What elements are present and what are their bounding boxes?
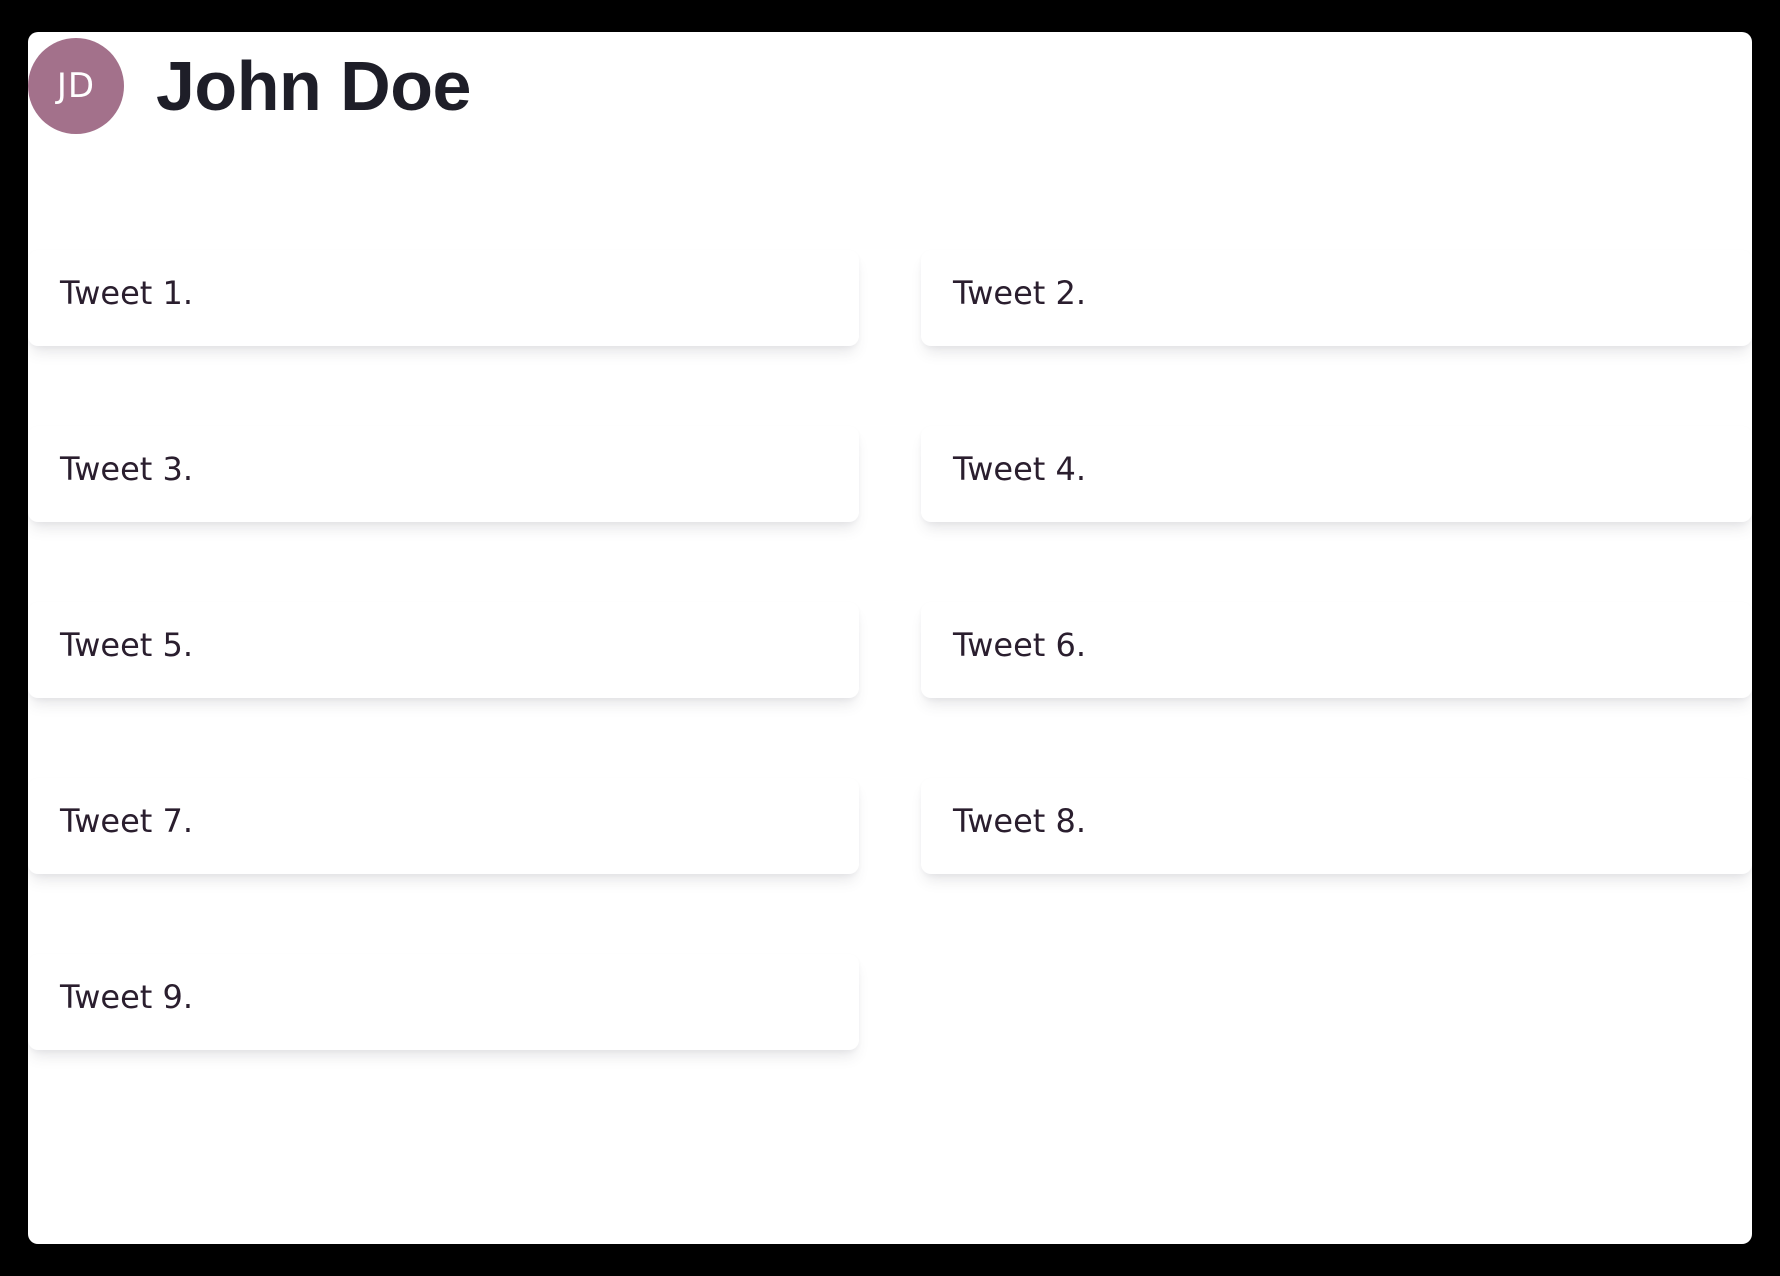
- tweet-text: Tweet 9.: [60, 978, 194, 1016]
- tweet-text: Tweet 6.: [953, 626, 1087, 664]
- tweet-card[interactable]: Tweet 7.: [28, 778, 859, 874]
- tweet-text: Tweet 2.: [953, 274, 1087, 312]
- tweet-card[interactable]: Tweet 9.: [28, 954, 859, 1050]
- tweet-text: Tweet 5.: [60, 626, 194, 664]
- tweet-card[interactable]: Tweet 5.: [28, 602, 859, 698]
- tweet-card[interactable]: Tweet 2.: [921, 250, 1752, 346]
- profile-name: John Doe: [156, 47, 471, 125]
- app-window: JD John Doe Tweet 1. Tweet 2. Tweet 3. T…: [28, 32, 1752, 1244]
- tweet-card[interactable]: Tweet 6.: [921, 602, 1752, 698]
- profile-header: JD John Doe: [28, 38, 471, 134]
- tweet-text: Tweet 3.: [60, 450, 194, 488]
- tweet-text: Tweet 1.: [60, 274, 194, 312]
- tweet-text: Tweet 8.: [953, 802, 1087, 840]
- tweet-text: Tweet 4.: [953, 450, 1087, 488]
- tweet-card[interactable]: Tweet 8.: [921, 778, 1752, 874]
- tweet-card[interactable]: Tweet 3.: [28, 426, 859, 522]
- avatar[interactable]: JD: [28, 38, 124, 134]
- tweet-text: Tweet 7.: [60, 802, 194, 840]
- avatar-initials: JD: [56, 66, 96, 106]
- tweet-card[interactable]: Tweet 4.: [921, 426, 1752, 522]
- tweet-card[interactable]: Tweet 1.: [28, 250, 859, 346]
